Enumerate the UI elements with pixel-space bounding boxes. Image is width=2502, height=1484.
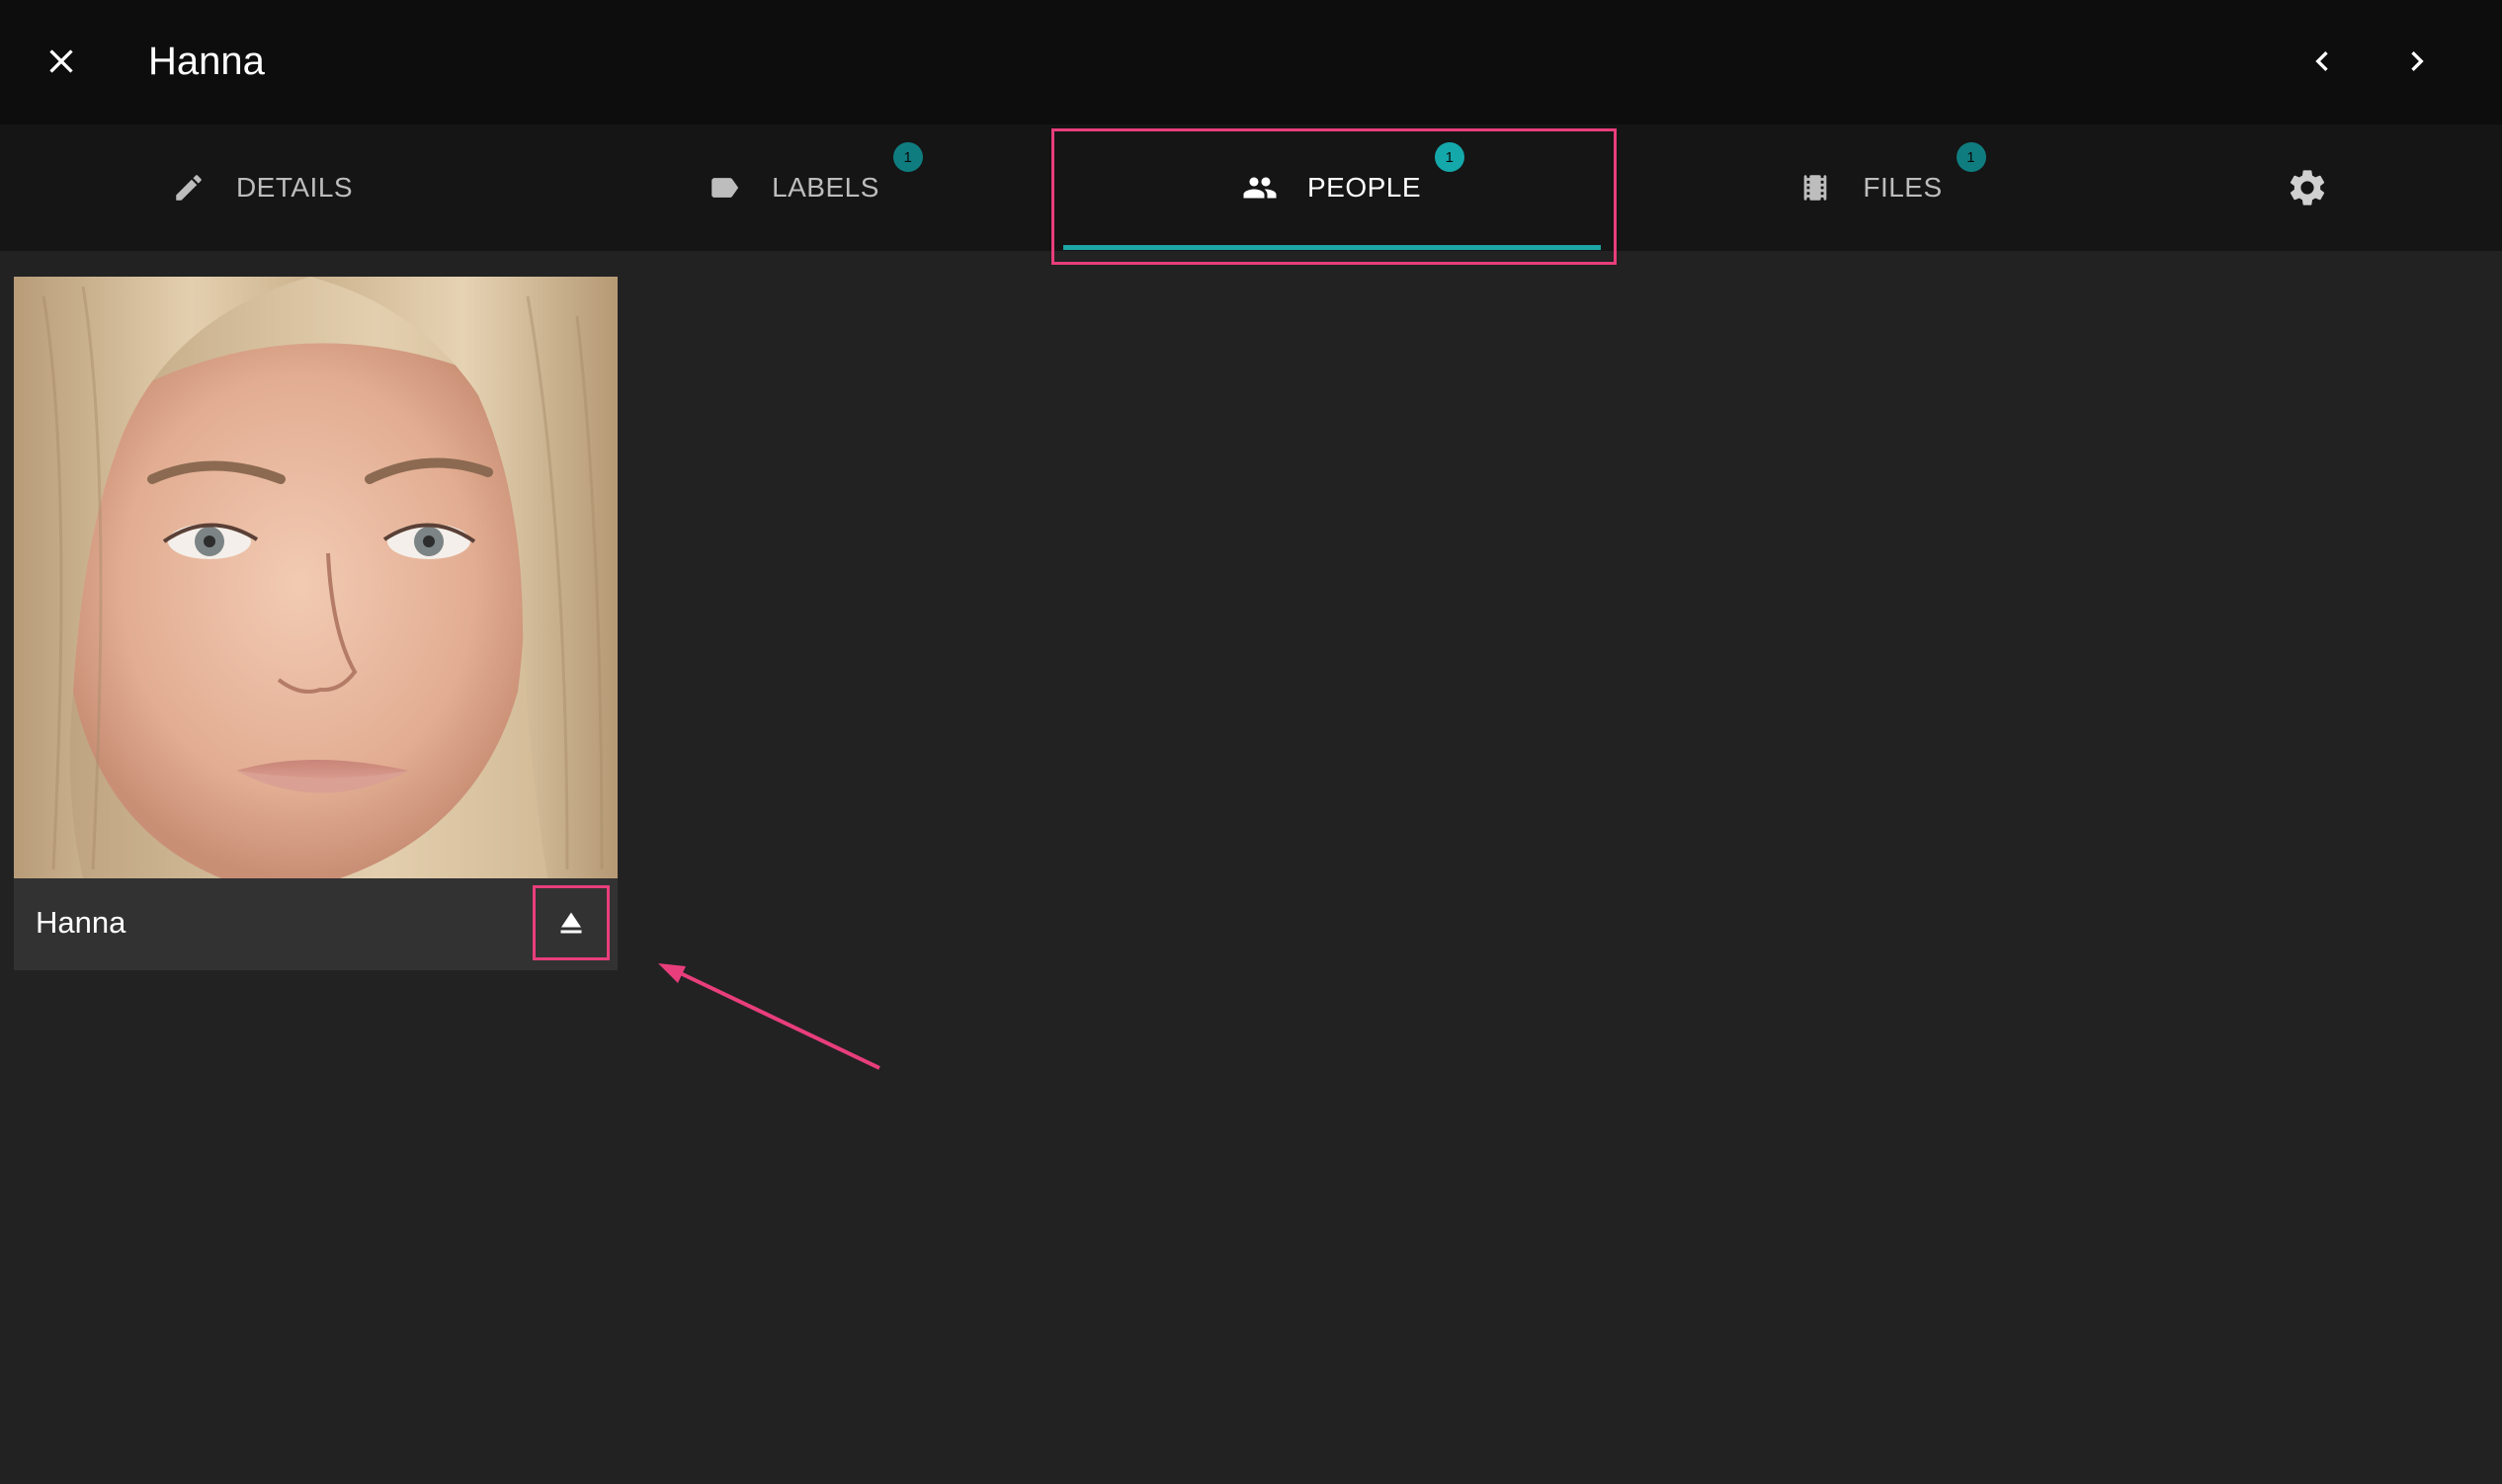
tab-files-label: FILES 1 <box>1863 142 1986 204</box>
tab-details-label: DETAILS <box>235 172 354 203</box>
tab-labels[interactable]: LABELS 1 <box>524 124 1062 251</box>
tab-files-text: FILES <box>1863 172 1943 203</box>
chevron-left-icon <box>2315 51 2328 71</box>
people-icon <box>1242 170 1278 206</box>
tab-labels-label: LABELS 1 <box>772 142 923 204</box>
tab-settings[interactable] <box>2213 124 2401 251</box>
active-tab-indicator <box>1063 245 1601 250</box>
close-button[interactable] <box>30 30 93 93</box>
tab-people-label: PEOPLE 1 <box>1306 142 1465 204</box>
tab-people[interactable]: PEOPLE 1 <box>1062 124 1601 251</box>
previous-button[interactable] <box>2291 30 2354 93</box>
page-title: Hanna <box>148 40 265 83</box>
people-count-badge: 1 <box>1435 142 1465 172</box>
labels-count-badge: 1 <box>892 142 923 172</box>
top-app-bar: Hanna <box>0 0 2502 124</box>
film-icon <box>1797 170 1833 206</box>
eject-icon <box>560 912 582 934</box>
tab-bar: DETAILS LABELS 1 PEOPLE 1 FILES 1 <box>0 124 2502 251</box>
person-card[interactable]: Hanna <box>14 277 618 970</box>
person-face-photo <box>14 277 618 878</box>
label-tag-icon <box>707 170 742 206</box>
close-icon <box>49 49 73 73</box>
chevron-right-icon <box>2411 51 2424 71</box>
tab-people-text: PEOPLE <box>1306 172 1422 203</box>
tab-files[interactable]: FILES 1 <box>1601 124 2139 251</box>
files-count-badge: 1 <box>1956 142 1986 172</box>
tab-labels-text: LABELS <box>772 172 879 203</box>
gear-icon <box>2286 166 2329 209</box>
tab-details[interactable]: DETAILS <box>0 124 524 251</box>
person-name: Hanna <box>36 905 126 940</box>
next-button[interactable] <box>2385 30 2449 93</box>
eject-button[interactable] <box>533 885 610 960</box>
pencil-icon <box>171 170 207 206</box>
